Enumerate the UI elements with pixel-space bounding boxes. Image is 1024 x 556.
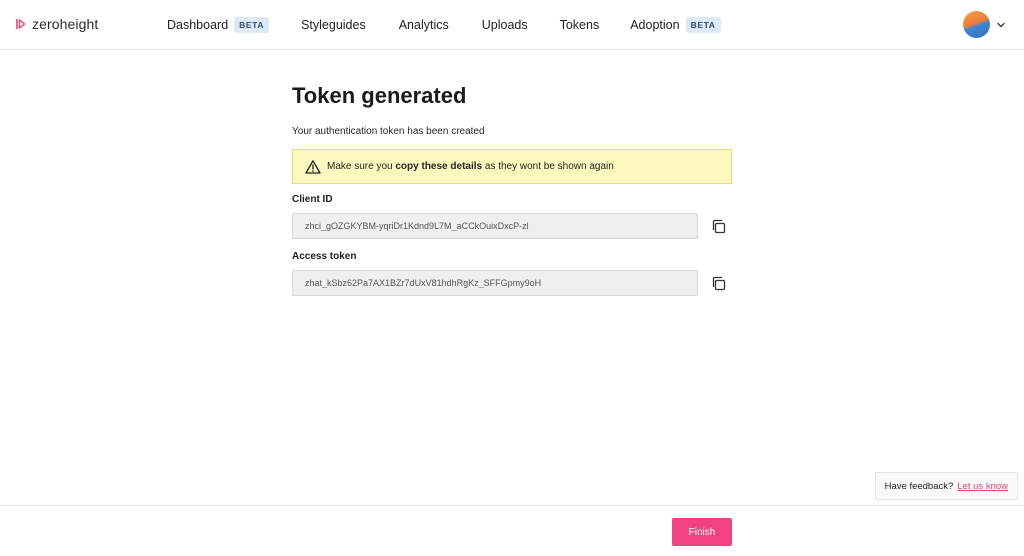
copy-icon [712, 219, 725, 233]
warning-text-suffix: as they wont be shown again [482, 161, 614, 172]
nav-item-label: Styleguides [301, 18, 366, 32]
page-subtitle: Your authentication token has been creat… [292, 126, 485, 137]
zeroheight-logo-icon [16, 19, 26, 29]
nav-item-label: Analytics [398, 18, 449, 32]
finish-button[interactable]: Finish [672, 518, 732, 546]
copy-access-token-button[interactable] [709, 274, 727, 292]
copy-icon [712, 276, 725, 290]
token-generated-panel: Token generated Your authentication toke… [292, 83, 732, 296]
feedback-link[interactable]: Let us know [957, 481, 1008, 492]
warning-text-bold: copy these details [395, 161, 483, 172]
client-id-input[interactable] [292, 213, 698, 239]
avatar[interactable] [963, 11, 990, 38]
warning-text-prefix: Make sure you [327, 161, 396, 172]
top-navigation-bar: zeroheight Dashboard BETA Styleguides An… [0, 0, 1024, 50]
feedback-text: Have feedback? [884, 480, 954, 492]
chevron-down-icon[interactable] [996, 20, 1006, 30]
nav-item-label: Tokens [559, 18, 600, 32]
nav-item-uploads[interactable]: Uploads [482, 18, 528, 32]
access-token-label: Access token [292, 251, 357, 262]
warning-text: Make sure you copy these details as they… [327, 161, 614, 172]
nav-item-analytics[interactable]: Analytics [399, 18, 449, 32]
app-name: zeroheight [32, 16, 99, 32]
nav-item-label: Uploads [481, 18, 528, 32]
beta-badge: BETA [685, 17, 721, 33]
nav-item-label: Dashboard [167, 18, 229, 32]
nav-item-tokens[interactable]: Tokens [560, 18, 600, 32]
copy-client-id-button[interactable] [709, 217, 727, 235]
access-token-field: Access token [292, 251, 732, 296]
nav-item-adoption[interactable]: Adoption BETA [630, 17, 721, 33]
nav-item-dashboard[interactable]: Dashboard BETA [167, 17, 270, 33]
client-id-field: Client ID [292, 194, 732, 239]
beta-badge: BETA [234, 17, 270, 33]
client-id-label: Client ID [292, 194, 333, 205]
footer-bar: Finish [0, 505, 1024, 556]
user-menu[interactable] [963, 11, 1006, 38]
copy-warning-banner: Make sure you copy these details as they… [292, 149, 732, 184]
nav-item-styleguides[interactable]: Styleguides [301, 18, 366, 32]
main-nav: Dashboard BETA Styleguides Analytics Upl… [167, 0, 721, 50]
warning-triangle-icon [305, 159, 321, 174]
feedback-widget: Have feedback? Let us know [874, 472, 1018, 500]
access-token-input[interactable] [292, 270, 698, 296]
app-logo[interactable]: zeroheight [16, 16, 98, 32]
nav-item-label: Adoption [630, 18, 680, 32]
page-title: Token generated [292, 83, 467, 108]
